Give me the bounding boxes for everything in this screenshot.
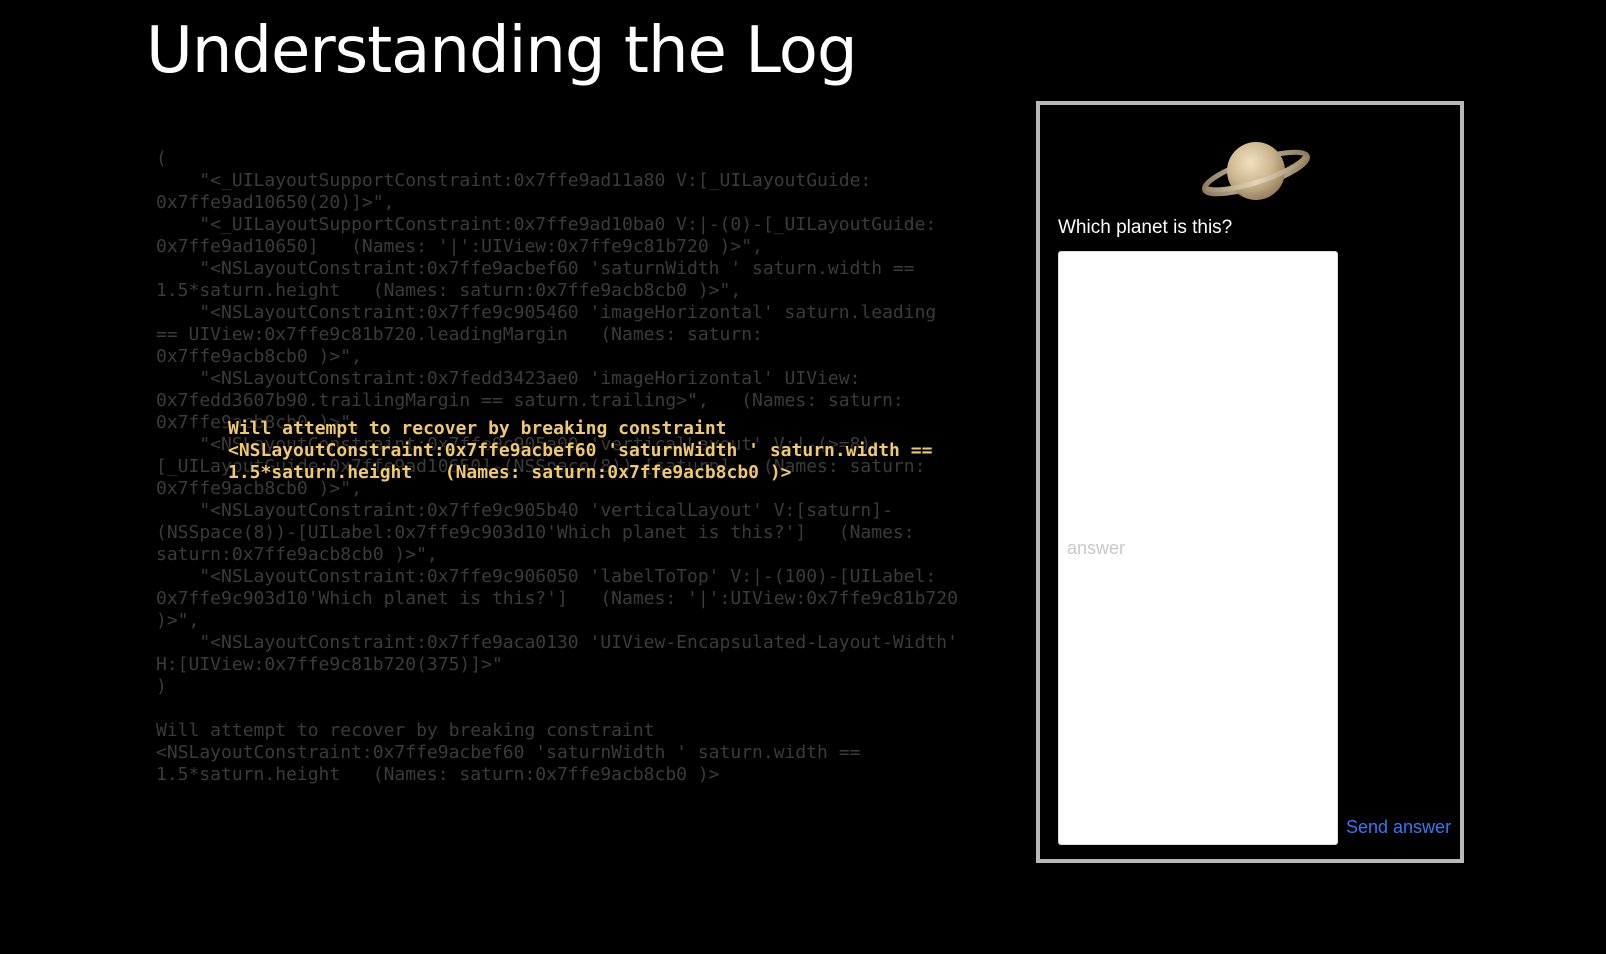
send-answer-button[interactable]: Send answer: [1346, 817, 1451, 838]
phone-screen-preview: Which planet is this? Send answer: [1036, 101, 1464, 863]
slide: Understanding the Log ( "<_UILayoutSuppo…: [0, 0, 1606, 954]
question-label: Which planet is this?: [1058, 217, 1233, 238]
slide-title: Understanding the Log: [146, 14, 858, 88]
answer-text-field[interactable]: [1058, 251, 1338, 845]
log-highlight-text: Will attempt to recover by breaking cons…: [228, 418, 933, 483]
saturn-planet-icon: [1201, 142, 1311, 200]
